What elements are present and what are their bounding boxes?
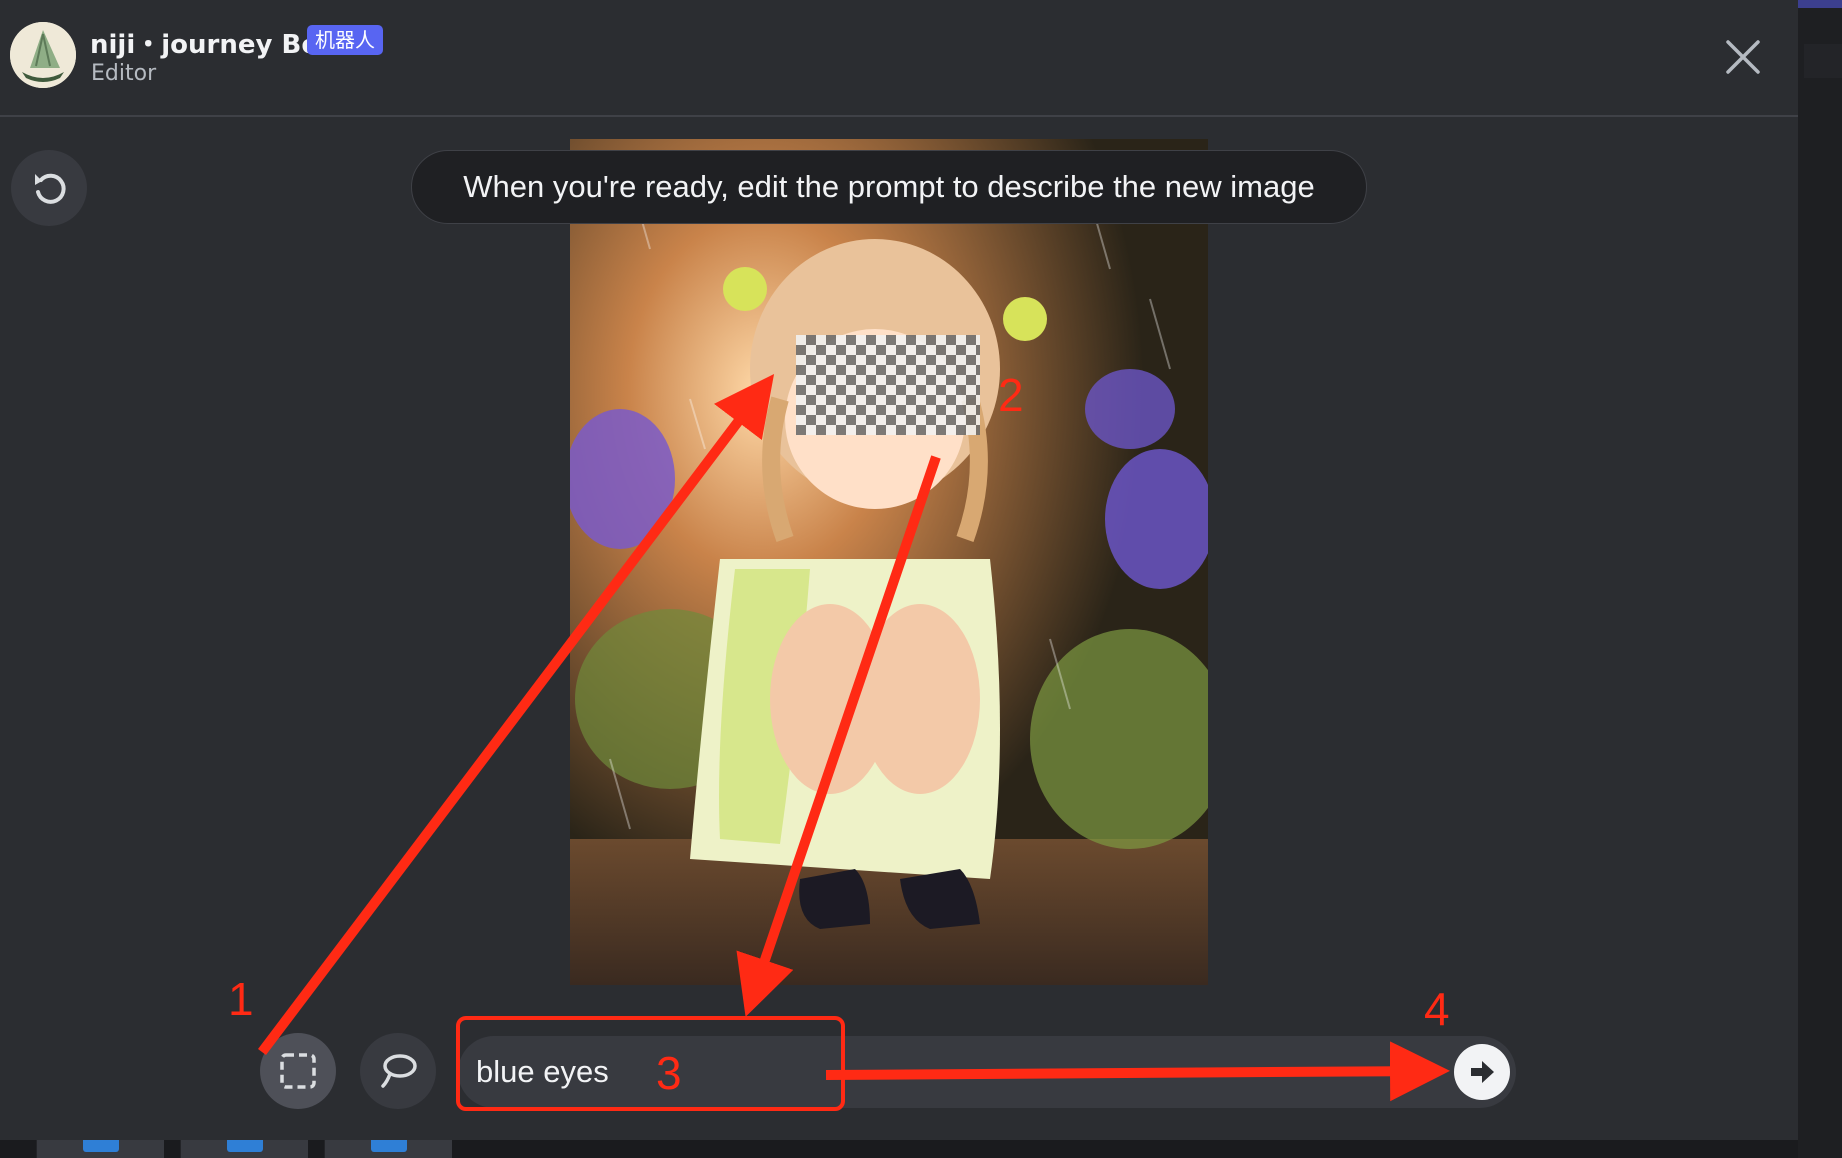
lasso-select-button[interactable] bbox=[360, 1033, 436, 1109]
editor-modal: niji・journey Bot 机器人 Editor When you're … bbox=[0, 0, 1798, 1140]
prompt-input[interactable] bbox=[476, 1052, 776, 1092]
edit-image[interactable] bbox=[570, 139, 1208, 985]
anime-girl-image bbox=[570, 139, 1208, 985]
annotation-label-3: 3 bbox=[656, 1047, 682, 1099]
annotation-label-1: 1 bbox=[228, 973, 254, 1025]
sailboat-logo-icon bbox=[10, 22, 76, 88]
arrow-right-icon bbox=[1471, 1061, 1494, 1083]
rectangle-select-icon bbox=[280, 1053, 316, 1089]
bot-name[interactable]: niji・journey Bot bbox=[90, 24, 332, 61]
erased-mask-area[interactable] bbox=[796, 335, 980, 435]
close-icon bbox=[1726, 40, 1760, 74]
annotation-label-4: 4 bbox=[1424, 983, 1450, 1035]
taskbar-item[interactable] bbox=[180, 1140, 308, 1158]
bot-avatar bbox=[10, 22, 76, 88]
bot-badge: 机器人 bbox=[307, 25, 383, 55]
lasso-icon bbox=[381, 1054, 417, 1088]
submit-button[interactable] bbox=[1454, 1044, 1510, 1100]
annotation-label-2: 2 bbox=[998, 369, 1024, 421]
close-button[interactable] bbox=[1720, 34, 1766, 80]
undo-button[interactable] bbox=[11, 150, 87, 226]
background-window-edge bbox=[1798, 0, 1842, 1158]
editor-header: niji・journey Bot 机器人 Editor bbox=[0, 0, 1798, 117]
instruction-tooltip: When you're ready, edit the prompt to de… bbox=[411, 150, 1367, 224]
taskbar-item[interactable] bbox=[324, 1140, 452, 1158]
editor-subtitle: Editor bbox=[91, 61, 157, 86]
undo-icon bbox=[35, 173, 66, 204]
taskbar-item[interactable] bbox=[36, 1140, 164, 1158]
rectangle-select-button[interactable] bbox=[260, 1033, 336, 1109]
